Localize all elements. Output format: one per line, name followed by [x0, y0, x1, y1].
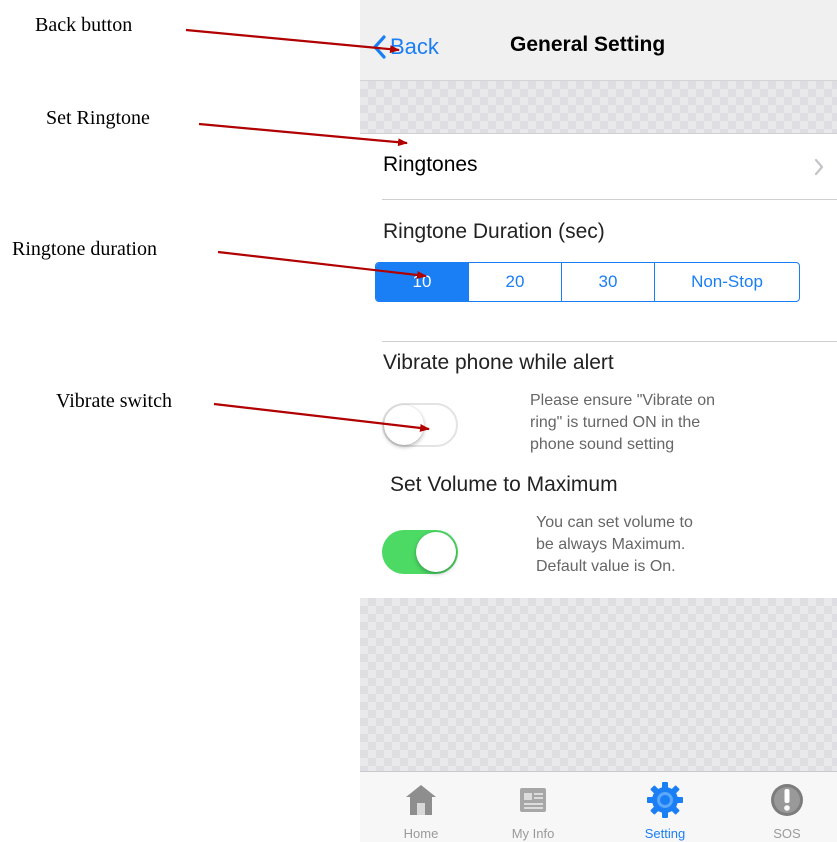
divider — [382, 341, 837, 342]
tab-sos-label: SOS — [773, 826, 801, 841]
volume-note-line: be always Maximum. — [536, 536, 686, 553]
navigation-bar: Back General Setting — [360, 0, 837, 81]
duration-option-non-stop[interactable]: Non-Stop — [655, 263, 799, 301]
tab-setting-label: Setting — [644, 826, 686, 841]
tab-home-label: Home — [403, 826, 439, 841]
volume-note-line: You can set volume to — [536, 514, 693, 531]
tab-sos[interactable]: SOS — [737, 772, 837, 842]
vibrate-note-line: phone sound setting — [530, 436, 675, 453]
volume-note: You can set volume to be always Maximum.… — [536, 512, 693, 578]
gear-icon — [647, 782, 683, 818]
settings-panel: Ringtones Ringtone Duration (sec) 10 20 … — [360, 133, 837, 599]
vibrate-note-line: Please ensure "Vibrate on — [530, 392, 716, 409]
volume-note-line: Default value is On. — [536, 558, 676, 575]
back-button[interactable]: Back — [372, 32, 439, 62]
phone-screen: Back General Setting Ringtones Ringtone … — [360, 0, 837, 842]
chevron-left-icon — [373, 35, 386, 59]
alert-icon — [771, 784, 803, 816]
page-title: General Setting — [510, 33, 666, 56]
tab-setting[interactable]: Setting — [615, 772, 715, 842]
annotation-set-ringtone: Set Ringtone — [46, 107, 150, 129]
duration-label: Ringtone Duration (sec) — [383, 220, 605, 243]
annotation-ringtone-duration: Ringtone duration — [12, 238, 157, 260]
volume-label: Set Volume to Maximum — [390, 473, 618, 496]
annotation-vibrate-switch: Vibrate switch — [56, 390, 172, 412]
news-icon — [520, 788, 546, 812]
vibrate-label: Vibrate phone while alert — [383, 351, 614, 374]
ringtones-label: Ringtones — [383, 153, 478, 176]
switch-knob — [416, 532, 456, 572]
back-label: Back — [390, 34, 439, 59]
tab-my-info-label: My Info — [511, 826, 555, 841]
chevron-right-icon — [814, 158, 824, 176]
duration-option-30[interactable]: 30 — [562, 263, 655, 301]
home-icon — [406, 785, 436, 815]
tab-bar: Home My Info Setting SOS — [360, 771, 837, 842]
vibrate-switch[interactable] — [382, 403, 458, 447]
tab-home[interactable]: Home — [371, 772, 471, 842]
vibrate-note: Please ensure "Vibrate on ring" is turne… — [530, 390, 715, 456]
duration-segmented-control: 10 20 30 Non-Stop — [375, 262, 800, 302]
ringtones-row[interactable]: Ringtones — [360, 134, 837, 199]
vibrate-note-line: ring" is turned ON in the — [530, 414, 701, 431]
switch-knob — [384, 405, 424, 445]
annotation-back-button: Back button — [35, 14, 133, 36]
tab-my-info[interactable]: My Info — [483, 772, 583, 842]
divider — [382, 199, 837, 200]
duration-option-20[interactable]: 20 — [469, 263, 562, 301]
background-pattern-bottom — [360, 598, 837, 771]
volume-max-switch[interactable] — [382, 530, 458, 574]
duration-option-10[interactable]: 10 — [376, 263, 469, 301]
background-pattern-top — [360, 81, 837, 133]
